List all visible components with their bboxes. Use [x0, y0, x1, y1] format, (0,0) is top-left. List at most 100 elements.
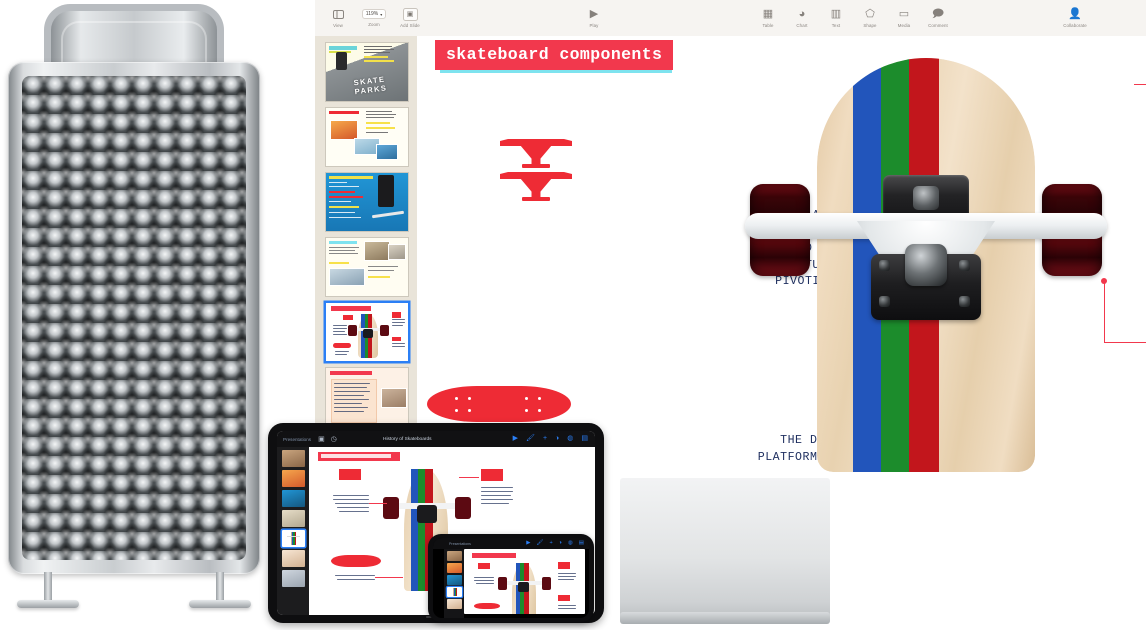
iphone-presentations-label[interactable]: Presentations — [449, 542, 471, 546]
add-slide-label: Add Slide — [400, 23, 420, 29]
toolbar-left-group: View 119% ▾ Zoom ▣ Add Slide — [321, 7, 427, 29]
mac-pro-tower — [0, 0, 268, 630]
thumb-title-skate-parks: SKATE PARKS — [352, 74, 388, 97]
ipad-thumbnail-1[interactable] — [282, 450, 305, 467]
ipad-toolbar-icons: ▶ 🖌 + ◑ ◍ ▤ — [513, 435, 588, 442]
iphone-screen: Presentations ▶ 🖌 + ◑ ◍ ▤ — [433, 538, 589, 618]
iphone-thumbnail-1[interactable] — [447, 551, 462, 561]
ipad-thumbnail-3[interactable] — [282, 490, 305, 507]
insert-text-button[interactable]: ▥ Text — [821, 7, 851, 29]
skateboard-photo — [745, 58, 1107, 472]
insert-comment-button[interactable]: 🗩 Comment — [923, 7, 953, 29]
collaborate-button[interactable]: 👤 Collaborate — [1053, 7, 1097, 29]
zoom-icon[interactable]: ◷ — [331, 436, 337, 443]
format-brush-icon[interactable]: 🖌 — [526, 435, 535, 442]
iphone-thumbnail-2[interactable] — [447, 563, 462, 573]
slide-thumbnail-6[interactable] — [326, 368, 408, 426]
keynote-toolbar: View 119% ▾ Zoom ▣ Add Slide ▶ Play ▦ Ta… — [315, 0, 1146, 37]
play-button[interactable]: ▶ Play — [579, 7, 609, 28]
tower-body — [8, 62, 260, 574]
chevron-down-icon: ▾ — [380, 11, 383, 17]
pro-display: View 119% ▾ Zoom ▣ Add Slide ▶ Play ▦ Ta… — [315, 0, 1146, 472]
zoom-control[interactable]: 119% ▾ Zoom — [357, 9, 391, 27]
iphone-thumbnail-4-selected[interactable] — [447, 587, 462, 597]
display-stand-neck — [620, 478, 830, 623]
view-button[interactable]: View — [323, 8, 353, 29]
leader-line-screws-h — [1104, 342, 1146, 344]
text-label: Text — [831, 23, 841, 29]
iphone-slide-navigator[interactable] — [444, 549, 464, 618]
slide-canvas[interactable]: skateboard components TRUCKS ATTACH THE … — [417, 36, 1146, 472]
table-label: Table — [762, 23, 774, 29]
ipad-document-title: History of Skateboards — [383, 436, 432, 442]
insert-shape-button[interactable]: ⬠ Shape — [855, 8, 885, 28]
play-icon[interactable]: ▶ — [513, 435, 518, 442]
comment-icon: 🗩 — [931, 7, 945, 20]
text-icon: ▥ — [830, 7, 842, 20]
add-icon[interactable]: + — [543, 435, 547, 442]
display-screen: View 119% ▾ Zoom ▣ Add Slide ▶ Play ▦ Ta… — [315, 0, 1146, 472]
add-slide-button[interactable]: ▣ Add Slide — [395, 7, 425, 29]
animate-icon[interactable]: ◑ — [555, 435, 559, 442]
tower-handle — [44, 4, 224, 66]
iphone-mini-banner — [472, 553, 516, 558]
add-icon[interactable]: + — [549, 540, 552, 547]
kingpin — [913, 186, 939, 210]
leader-line-screws-v — [1104, 281, 1106, 343]
mini-banner — [331, 306, 371, 311]
play-icon[interactable]: ▶ — [526, 540, 530, 547]
iphone-toolbar-icons: ▶ 🖌 + ◑ ◍ ▤ — [526, 540, 584, 547]
ipad-thumbnail-5-selected[interactable] — [282, 530, 305, 547]
format-brush-icon[interactable]: 🖌 — [536, 540, 543, 547]
collaborate-icon: 👤 — [1068, 7, 1082, 20]
collaborate-icon[interactable]: ◍ — [567, 435, 573, 442]
toolbar-insert-group: ▦ Table ◕ Chart ▥ Text ⬠ Shape ▭ Media 🗩 — [751, 7, 955, 29]
collaborate-icon[interactable]: ◍ — [568, 540, 573, 547]
animate-icon[interactable]: ◑ — [559, 540, 562, 547]
truck-icon-1 — [500, 139, 572, 168]
iphone-thumbnail-3[interactable] — [447, 575, 462, 585]
iphone-toolbar: Presentations ▶ 🖌 + ◑ ◍ ▤ — [433, 538, 589, 549]
toolbar-collab-group: 👤 Collaborate — [1051, 7, 1099, 29]
iphone-thumbnail-5[interactable] — [447, 599, 462, 609]
media-icon: ▭ — [898, 7, 910, 20]
more-icon[interactable]: ▤ — [579, 540, 584, 547]
slide-navigator[interactable]: SKATE PARKS 3 4 — [315, 36, 418, 472]
comment-label: Comment — [928, 23, 948, 29]
ipad-thumbnail-7[interactable] — [282, 570, 305, 587]
sidebar-icon[interactable]: ▣ — [318, 436, 325, 443]
ipad-thumbnail-4[interactable] — [282, 510, 305, 527]
tower-foot-left — [17, 600, 79, 608]
slide-thumbnail-2[interactable]: 4 — [326, 108, 408, 166]
ipad-presentations-label[interactable]: Presentations — [283, 437, 311, 442]
chart-label: Chart — [796, 23, 808, 29]
collaborate-label: Collaborate — [1063, 23, 1087, 29]
tower-lattice-highlight — [22, 76, 246, 560]
add-slide-icon: ▣ — [402, 7, 418, 21]
table-icon: ▦ — [762, 7, 774, 20]
tower-leg-left — [44, 572, 52, 600]
slide-thumbnail-1[interactable]: SKATE PARKS 3 — [326, 43, 408, 101]
insert-media-button[interactable]: ▭ Media — [889, 7, 919, 28]
truck-icon-2 — [500, 172, 572, 201]
view-label: View — [333, 23, 343, 29]
slide-thumbnail-3[interactable] — [326, 173, 408, 231]
ipad-thumbnail-6[interactable] — [282, 550, 305, 567]
more-icon[interactable]: ▤ — [581, 435, 588, 442]
slide-thumbnail-4[interactable] — [326, 238, 408, 296]
ipad-thumbnail-2[interactable] — [282, 470, 305, 487]
slide-thumbnail-5-selected[interactable]: 5 — [326, 303, 408, 361]
ipad-toolbar: Presentations ▣ ◷ History of Skateboards… — [277, 431, 595, 447]
zoom-value-box[interactable]: 119% ▾ — [361, 9, 387, 20]
insert-chart-button[interactable]: ◕ Chart — [787, 8, 817, 29]
sidebar-icon — [332, 8, 345, 21]
play-icon: ▶ — [589, 7, 599, 20]
pivot-nut — [905, 244, 947, 286]
tower-foot-right — [189, 600, 251, 608]
ipad-slide-navigator[interactable] — [277, 447, 309, 615]
ipad-slide-title — [321, 454, 391, 458]
deck-icon-red — [427, 386, 571, 422]
title-banner[interactable]: skateboard components — [435, 40, 674, 70]
insert-table-button[interactable]: ▦ Table — [753, 7, 783, 29]
iphone-slide-canvas[interactable] — [464, 549, 585, 614]
